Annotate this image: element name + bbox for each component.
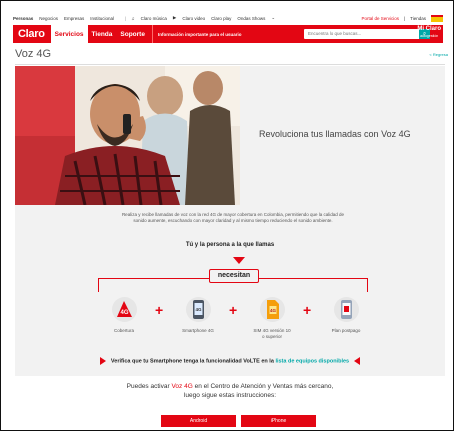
svg-text:4G: 4G: [120, 310, 128, 316]
topbar-right: Portal de Servicios | Tiendas: [361, 14, 443, 22]
arrow-down-icon: [233, 257, 245, 264]
volte-verify-line: Verifica que tu Smartphone tenga la func…: [15, 357, 445, 365]
activation-text: Puedes activar Voz 4G en el Centro de At…: [121, 382, 339, 400]
coverage-4g-icon: 4G: [111, 297, 137, 322]
mi-claro-sublabel: autogestión: [420, 34, 439, 38]
smartphone-4g-icon: 4G: [185, 297, 211, 322]
main-header: Claro Servicios Tienda Soporte Informaci…: [13, 25, 443, 43]
hero-banner: Revoluciona tus llamadas con Voz 4G: [15, 66, 445, 205]
svg-text:4G: 4G: [195, 307, 202, 312]
search-input[interactable]: [304, 29, 420, 39]
requirement-sim: 4G SIM 4G versión 10 o superior: [253, 297, 291, 339]
plus-sign: +: [229, 302, 238, 318]
activation-post: en el Centro de Atención y Ventas más ce…: [183, 383, 334, 399]
nav-servicios[interactable]: Servicios: [50, 25, 88, 43]
requirements-section: Realiza y recibe llamadas de voz con la …: [15, 205, 445, 376]
activation-pre: Puedes activar: [126, 383, 172, 390]
link-claro-play[interactable]: Claro play: [211, 16, 231, 21]
claro-logo[interactable]: Claro: [13, 28, 51, 40]
sim-card-icon: 4G: [259, 297, 285, 322]
nav-soporte[interactable]: Soporte: [116, 25, 149, 43]
mi-claro-label: Mi Claro: [417, 26, 441, 32]
requirement-smartphone: 4G Smartphone 4G: [179, 297, 217, 334]
video-icon: ▶: [172, 15, 177, 20]
requirement-label: Cobertura: [113, 328, 134, 333]
android-button[interactable]: Android: [161, 415, 236, 427]
segment-institucional[interactable]: Institucional: [90, 16, 114, 21]
hero-headline: Revoluciona tus llamadas con Voz 4G: [259, 129, 411, 139]
requirement-cobertura: 4G Cobertura: [105, 297, 143, 334]
requirement-label: Smartphone 4G: [182, 328, 214, 333]
link-claro-video[interactable]: Claro video: [182, 16, 205, 21]
intro-text: Realiza y recibe llamadas de voz con la …: [121, 212, 345, 223]
topbar-divider: |: [403, 15, 406, 21]
device-list-link[interactable]: lista de equipos disponibles: [275, 358, 349, 364]
iphone-button[interactable]: iPhone: [241, 415, 316, 427]
requirement-label: SIM 4G versión 10 o superior: [253, 328, 291, 339]
music-icon: ♫: [131, 15, 135, 21]
page-title: Voz 4G: [15, 48, 52, 60]
arrow-right-icon: [99, 357, 106, 365]
requirement-plan: Plan postpago: [327, 297, 365, 334]
segment-negocios[interactable]: Negocios: [39, 16, 58, 21]
plus-sign: +: [303, 302, 312, 318]
link-claro-musica[interactable]: Claro música: [141, 16, 167, 21]
needs-label: necesitan: [209, 269, 259, 283]
link-tiendas[interactable]: Tiendas: [410, 16, 426, 21]
title-divider: [15, 64, 445, 65]
verify-text: Verifica que tu Smartphone tenga la func…: [110, 358, 276, 365]
requirement-label: Plan postpago: [331, 328, 361, 333]
postpaid-plan-icon: [333, 297, 359, 322]
back-link[interactable]: < Regresa: [429, 52, 448, 57]
section-subtitle: Tú y la persona a la que llamas: [185, 242, 275, 248]
colombia-flag-icon[interactable]: [431, 14, 443, 22]
arrow-left-icon: [354, 357, 361, 365]
top-utility-bar: Personas Negocios Empresas Institucional…: [13, 13, 443, 23]
chevron-down-icon: ⌄: [271, 15, 276, 20]
browser-frame: Personas Negocios Empresas Institucional…: [0, 0, 454, 431]
hero-photo: [15, 66, 240, 205]
link-ondas-shows[interactable]: Ondas Shows: [237, 16, 265, 21]
link-portal-servicios[interactable]: Portal de Servicios: [361, 16, 399, 21]
segment-empresas[interactable]: Empresas: [64, 16, 84, 21]
nav-info-importante[interactable]: Información importante para el usuario: [151, 25, 246, 43]
activation-highlight: Voz 4G: [171, 383, 193, 390]
segment-personas[interactable]: Personas: [13, 16, 33, 21]
mi-claro-button[interactable]: Mi Claro autogestión: [417, 26, 441, 40]
plus-sign: +: [155, 302, 164, 318]
svg-text:4G: 4G: [269, 308, 276, 313]
nav-tienda[interactable]: Tienda: [88, 25, 117, 43]
topbar-separator: |: [125, 15, 127, 21]
